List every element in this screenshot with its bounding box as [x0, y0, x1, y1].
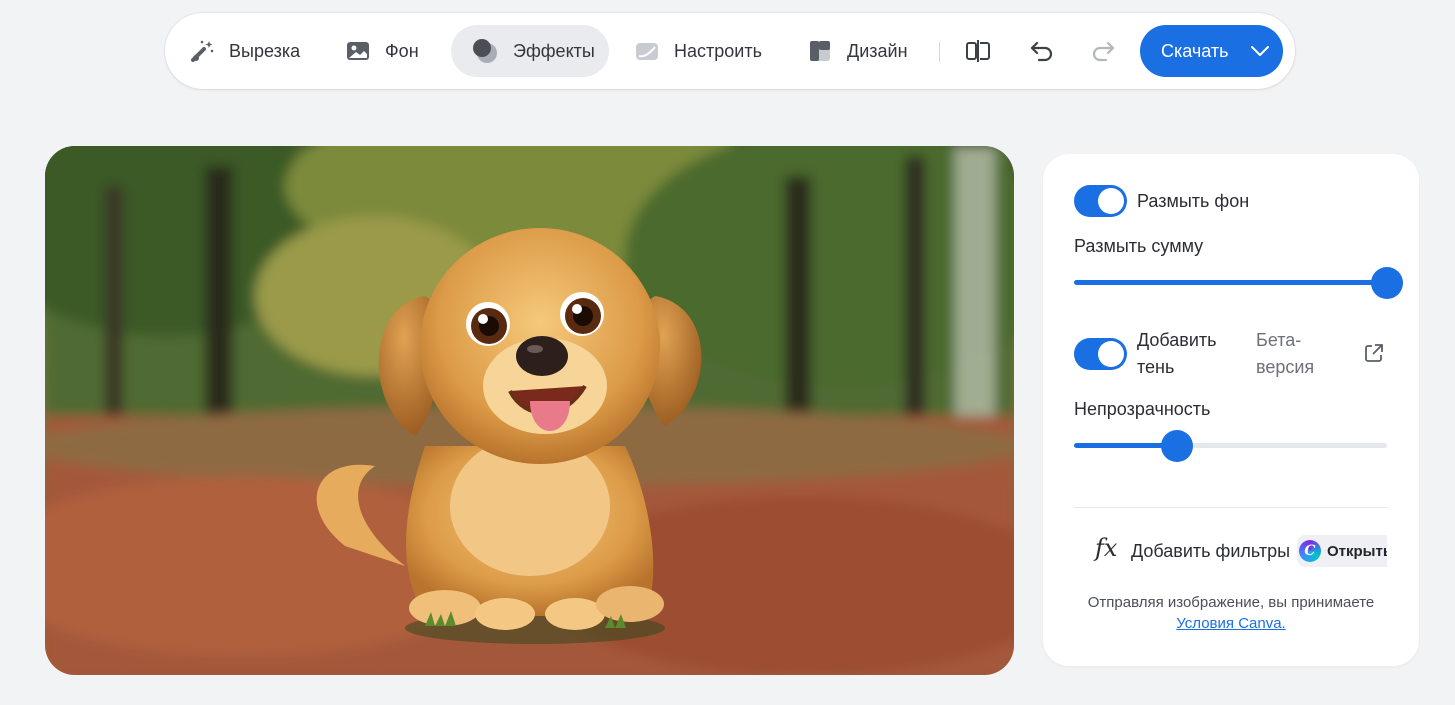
tab-effects-label: Эффекты	[513, 40, 595, 61]
tab-effects[interactable]: Эффекты	[451, 25, 609, 77]
blur-background-toggle[interactable]	[1074, 185, 1127, 217]
terms-link[interactable]: Условия Canva.	[1176, 615, 1285, 632]
effects-icon	[473, 39, 497, 63]
compare-icon	[966, 40, 990, 62]
editor-toolbar: Вырезка Фон Эффекты Настроить Дизайн Ска…	[165, 13, 1295, 89]
effects-panel: Размыть фон Размыть сумму Добавить тень …	[1043, 154, 1419, 666]
download-label: Скачать	[1161, 40, 1229, 61]
blur-amount-fill	[1074, 280, 1387, 285]
magic-wand-icon	[191, 40, 214, 62]
toolbar-divider	[939, 42, 940, 62]
terms-text: Отправляя изображение, вы принимаете	[1087, 594, 1375, 611]
tab-cutout[interactable]: Вырезка	[169, 25, 320, 77]
add-shadow-toggle[interactable]	[1074, 338, 1127, 370]
compare-button[interactable]	[958, 31, 998, 71]
blur-amount-label: Размыть сумму	[1074, 236, 1204, 256]
external-link-icon[interactable]	[1363, 342, 1385, 364]
beta-badge-line2: версия	[1256, 357, 1315, 377]
image-icon	[347, 42, 369, 60]
fx-icon: fx	[1095, 534, 1118, 562]
blur-amount-slider[interactable]	[1074, 267, 1403, 299]
adjust-icon	[636, 43, 658, 60]
download-button[interactable]: Скачать	[1140, 25, 1283, 77]
beta-badge-line1: Бета-	[1256, 330, 1302, 350]
tab-design[interactable]: Дизайн	[787, 25, 928, 77]
app-root: Вырезка Фон Эффекты Настроить Дизайн Ска…	[0, 0, 1455, 705]
opacity-label: Непрозрачность	[1074, 399, 1211, 419]
opacity-slider[interactable]	[1074, 430, 1387, 462]
add-filters-label[interactable]: Добавить фильтры	[1131, 538, 1290, 565]
terms-notice: Отправляя изображение, вы принимаете Усл…	[1063, 592, 1399, 634]
undo-icon	[1030, 41, 1053, 62]
tab-background[interactable]: Фон	[325, 25, 439, 77]
redo-icon	[1092, 41, 1115, 62]
redo-button[interactable]	[1083, 31, 1123, 71]
tab-adjust[interactable]: Настроить	[614, 25, 782, 77]
chevron-down-icon	[1250, 46, 1269, 56]
tab-adjust-label: Настроить	[674, 40, 762, 61]
open-filters-label: Открыть	[1327, 542, 1387, 560]
blur-background-label: Размыть фон	[1137, 191, 1250, 211]
image-canvas[interactable]	[45, 146, 1014, 675]
opacity-thumb[interactable]	[1161, 430, 1194, 462]
layout-icon	[810, 41, 830, 61]
open-filters-button[interactable]: C Открыть	[1297, 535, 1387, 567]
add-shadow-label-line1: Добавить	[1137, 330, 1217, 350]
canva-logo-icon: C	[1299, 540, 1321, 562]
add-shadow-label-line2: тень	[1137, 357, 1175, 377]
undo-button[interactable]	[1022, 31, 1062, 71]
puppy-image	[45, 146, 1014, 675]
tab-design-label: Дизайн	[847, 40, 908, 61]
tab-cutout-label: Вырезка	[229, 40, 301, 61]
blur-amount-thumb[interactable]	[1371, 267, 1403, 299]
tab-background-label: Фон	[385, 40, 419, 61]
panel-divider	[1074, 507, 1388, 508]
